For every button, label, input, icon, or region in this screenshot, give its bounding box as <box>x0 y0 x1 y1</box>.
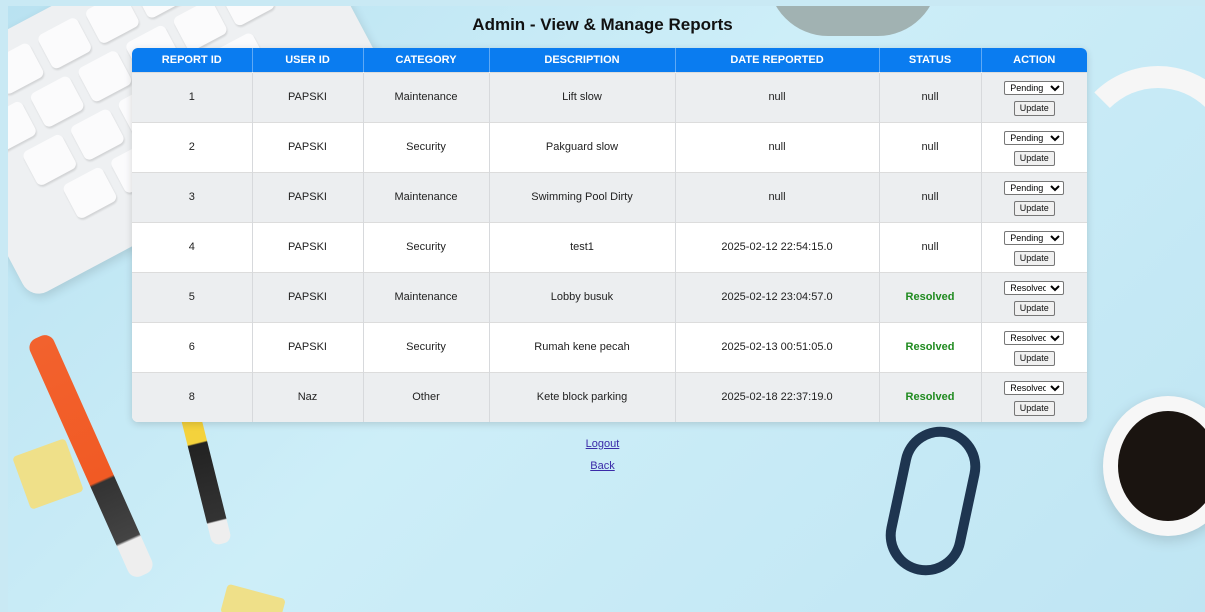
category-cell: Other <box>363 371 490 422</box>
status-select[interactable]: Pending <box>1004 230 1065 245</box>
report-id-cell: 1 <box>132 71 253 122</box>
date-reported-cell: 2025-02-12 22:54:15.0 <box>675 221 880 272</box>
date-reported-cell: null <box>675 71 880 122</box>
report-id-cell: 2 <box>132 121 253 172</box>
status-select[interactable]: Resolved <box>1004 380 1065 395</box>
logout-link[interactable]: Logout <box>0 433 1205 455</box>
report-id-cell: 5 <box>132 271 253 322</box>
user-id-cell: PAPSKI <box>252 221 364 272</box>
action-cell: Pending Update <box>981 171 1088 222</box>
category-cell: Security <box>363 221 490 272</box>
update-button[interactable]: Update <box>1013 150 1055 166</box>
back-link[interactable]: Back <box>0 455 1205 477</box>
status-cell: null <box>879 121 982 172</box>
user-id-cell: PAPSKI <box>252 121 364 172</box>
report-id-cell: 3 <box>132 171 253 222</box>
update-button[interactable]: Update <box>1013 350 1055 366</box>
date-reported-cell: 2025-02-13 00:51:05.0 <box>675 321 880 372</box>
description-cell: Lift slow <box>489 71 676 122</box>
update-button[interactable]: Update <box>1013 250 1055 266</box>
user-id-cell: PAPSKI <box>252 321 364 372</box>
description-cell: Rumah kene pecah <box>489 321 676 372</box>
date-reported-cell: 2025-02-12 23:04:57.0 <box>675 271 880 322</box>
table-header-row: REPORT ID USER ID CATEGORY DESCRIPTION D… <box>132 48 1087 72</box>
description-cell: Swimming Pool Dirty <box>489 171 676 222</box>
action-controls: Pending Update <box>982 229 1088 266</box>
action-controls: Pending Update <box>982 129 1088 166</box>
report-id-cell: 8 <box>132 371 253 422</box>
action-cell: Pending Update <box>981 121 1088 172</box>
header-description: DESCRIPTION <box>489 48 676 72</box>
table-row: 3 PAPSKI Maintenance Swimming Pool Dirty nul… <box>132 171 1088 222</box>
status-cell: Resolved <box>879 371 982 422</box>
table-row: 8 Naz Other Kete block parking 2025-02-18 22… <box>132 371 1088 422</box>
date-reported-cell: null <box>675 171 880 222</box>
reports-table-container: REPORT ID USER ID CATEGORY DESCRIPTION D… <box>132 48 1087 422</box>
action-controls: Pending Update <box>982 79 1088 116</box>
action-controls: Pending Update <box>982 179 1088 216</box>
table-row: 4 PAPSKI Security test1 2025-02-12 22:54:15.… <box>132 221 1088 272</box>
user-id-cell: PAPSKI <box>252 271 364 322</box>
action-controls: Resolved Update <box>982 379 1088 416</box>
action-cell: Resolved Update <box>981 271 1088 322</box>
status-cell: null <box>879 171 982 222</box>
headphones-image <box>1068 66 1205 326</box>
category-cell: Security <box>363 121 490 172</box>
user-id-cell: Naz <box>252 371 364 422</box>
action-cell: Pending Update <box>981 71 1088 122</box>
report-id-cell: 6 <box>132 321 253 372</box>
description-cell: test1 <box>489 221 676 272</box>
update-button[interactable]: Update <box>1013 100 1055 116</box>
header-user-id: USER ID <box>252 48 364 72</box>
status-cell: null <box>879 221 982 272</box>
update-button[interactable]: Update <box>1013 200 1055 216</box>
table-row: 1 PAPSKI Maintenance Lift slow null null Pendi… <box>132 71 1088 122</box>
status-select[interactable]: Pending <box>1004 80 1065 95</box>
user-id-cell: PAPSKI <box>252 71 364 122</box>
binder-clip-image <box>220 583 286 612</box>
page-title: Admin - View & Manage Reports <box>472 15 733 34</box>
date-reported-cell: null <box>675 121 880 172</box>
description-cell: Pakguard slow <box>489 121 676 172</box>
table-row: 2 PAPSKI Security Pakguard slow null null Pend… <box>132 121 1088 172</box>
status-cell: Resolved <box>879 321 982 372</box>
status-select[interactable]: Resolved <box>1004 280 1065 295</box>
header-date-reported: DATE REPORTED <box>675 48 880 72</box>
action-cell: Pending Update <box>981 221 1088 272</box>
description-cell: Lobby busuk <box>489 271 676 322</box>
status-select[interactable]: Pending <box>1004 180 1065 195</box>
reports-table: REPORT ID USER ID CATEGORY DESCRIPTION D… <box>132 48 1087 422</box>
header-category: CATEGORY <box>363 48 490 72</box>
status-cell: Resolved <box>879 271 982 322</box>
status-select[interactable]: Resolved <box>1004 330 1065 345</box>
category-cell: Maintenance <box>363 271 490 322</box>
header-status: STATUS <box>879 48 982 72</box>
status-select[interactable]: Pending <box>1004 130 1065 145</box>
date-reported-cell: 2025-02-18 22:37:19.0 <box>675 371 880 422</box>
status-cell: null <box>879 71 982 122</box>
table-row: 5 PAPSKI Maintenance Lobby busuk 2025-02-12 … <box>132 271 1088 322</box>
action-cell: Resolved Update <box>981 371 1088 422</box>
action-cell: Resolved Update <box>981 321 1088 372</box>
user-id-cell: PAPSKI <box>252 171 364 222</box>
table-row: 6 PAPSKI Security Rumah kene pecah 2025-02-1… <box>132 321 1088 372</box>
description-cell: Kete block parking <box>489 371 676 422</box>
action-controls: Resolved Update <box>982 279 1088 316</box>
update-button[interactable]: Update <box>1013 400 1055 416</box>
category-cell: Security <box>363 321 490 372</box>
footer-links: Logout Back <box>0 433 1205 477</box>
header-action: ACTION <box>1013 53 1056 66</box>
category-cell: Maintenance <box>363 171 490 222</box>
report-id-cell: 4 <box>132 221 253 272</box>
header-report-id: REPORT ID <box>132 48 253 72</box>
update-button[interactable]: Update <box>1013 300 1055 316</box>
category-cell: Maintenance <box>363 71 490 122</box>
action-controls: Resolved Update <box>982 329 1088 366</box>
